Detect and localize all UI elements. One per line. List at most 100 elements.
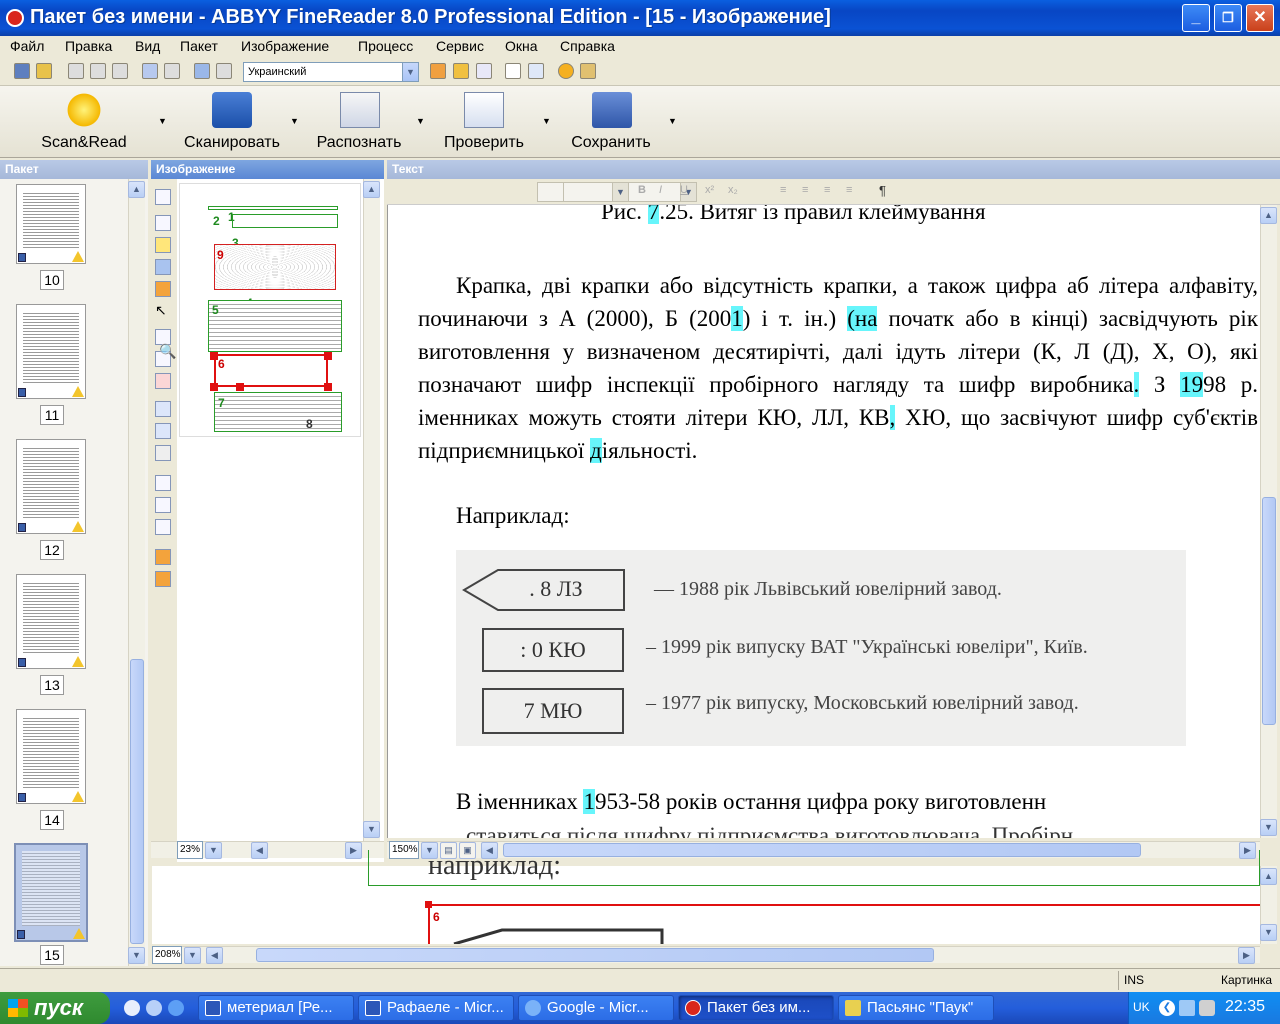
scan-and-read-button[interactable]: Scan&Read bbox=[10, 86, 158, 158]
scroll-down-icon[interactable]: ▼ bbox=[1260, 924, 1277, 941]
uncertain-char[interactable]: д bbox=[590, 438, 602, 463]
eraser-icon[interactable] bbox=[155, 497, 171, 513]
page-thumbnail-11[interactable] bbox=[16, 304, 86, 399]
new-batch-icon[interactable] bbox=[14, 63, 30, 79]
picture-block-icon[interactable] bbox=[155, 281, 171, 297]
text-block[interactable] bbox=[208, 300, 342, 352]
scroll-up-icon[interactable]: ▲ bbox=[363, 181, 380, 198]
page-icon[interactable] bbox=[216, 63, 232, 79]
recognize-area-icon[interactable] bbox=[155, 549, 171, 565]
select-area-icon[interactable] bbox=[155, 215, 171, 231]
language-select[interactable]: Украинский ▼ bbox=[243, 62, 419, 82]
text-block-icon[interactable] bbox=[155, 237, 171, 253]
scroll-right-icon[interactable]: ▶ bbox=[1238, 947, 1255, 964]
resize-handle[interactable] bbox=[210, 352, 218, 360]
recognize-button[interactable]: Распознать bbox=[304, 86, 414, 158]
scroll-down-icon[interactable]: ▼ bbox=[363, 821, 380, 838]
maximize-button[interactable]: ❐ bbox=[1214, 4, 1242, 32]
crop-icon[interactable] bbox=[155, 475, 171, 491]
zoom-vscroll[interactable]: ▲ ▼ bbox=[1260, 866, 1277, 944]
taskbar-item-google[interactable]: Google - Micr... bbox=[518, 995, 674, 1021]
stamp-example-picture[interactable]: . 8 ЛЗ — 1988 рік Львівський ювелірний з… bbox=[456, 550, 1186, 746]
cut-icon[interactable] bbox=[68, 63, 84, 79]
scan-and-read-dropdown-icon[interactable]: ▼ bbox=[158, 116, 167, 126]
chevron-down-icon[interactable]: ▼ bbox=[612, 183, 628, 201]
text-block[interactable] bbox=[232, 214, 338, 228]
menu-help[interactable]: Справка bbox=[560, 38, 615, 54]
resize-handle[interactable] bbox=[210, 383, 218, 391]
batch-scroll-thumb[interactable] bbox=[130, 659, 144, 944]
bold-icon[interactable]: B bbox=[638, 184, 646, 196]
resize-handle[interactable] bbox=[425, 901, 432, 908]
italic-icon[interactable]: I bbox=[659, 184, 662, 196]
open-folder-icon[interactable] bbox=[36, 63, 52, 79]
scroll-left-icon[interactable]: ◀ bbox=[251, 842, 268, 859]
zoom-dropdown-icon[interactable]: ▼ bbox=[184, 947, 201, 964]
quicklaunch-browser-icon[interactable] bbox=[124, 1000, 140, 1016]
image-view-icon[interactable] bbox=[430, 63, 446, 79]
page-properties-icon[interactable] bbox=[155, 519, 171, 535]
keyboard-language[interactable]: UK bbox=[1133, 1000, 1150, 1014]
align-right-icon[interactable]: ≡ bbox=[824, 184, 830, 196]
zoom-hscroll[interactable]: 208% ▼ ◀ ▶ bbox=[152, 946, 1260, 964]
recognize-dropdown-icon[interactable]: ▼ bbox=[416, 116, 425, 126]
zoom-pane-value[interactable]: 208% bbox=[152, 946, 182, 964]
merge-blocks-icon[interactable] bbox=[155, 423, 171, 439]
align-justify-icon[interactable]: ≡ bbox=[846, 184, 852, 196]
menu-file[interactable]: Файл bbox=[10, 38, 44, 54]
uncertain-char[interactable]: 1 bbox=[583, 789, 595, 814]
order-blocks-icon[interactable] bbox=[155, 401, 171, 417]
scroll-up-icon[interactable]: ▲ bbox=[1260, 207, 1277, 224]
uncertain-char[interactable]: 7 bbox=[647, 205, 660, 224]
table-block-icon[interactable] bbox=[155, 259, 171, 275]
uncertain-char[interactable]: (на bbox=[847, 306, 878, 331]
menu-windows[interactable]: Окна bbox=[505, 38, 538, 54]
batch-scrollbar[interactable]: ▲ ▼ bbox=[128, 179, 145, 966]
align-left-icon[interactable]: ≡ bbox=[780, 184, 786, 196]
taskbar-item-spider-solitaire[interactable]: Пасьянс "Паук" bbox=[838, 995, 994, 1021]
text-scroll-thumb[interactable] bbox=[1262, 497, 1276, 725]
taskbar-item-word-material[interactable]: метериал [Ре... bbox=[198, 995, 354, 1021]
copy-icon[interactable] bbox=[90, 63, 106, 79]
text-pane-header[interactable]: Текст bbox=[387, 160, 1280, 179]
scroll-left-icon[interactable]: ◀ bbox=[206, 947, 223, 964]
save-dropdown-icon[interactable]: ▼ bbox=[668, 116, 677, 126]
scroll-up-icon[interactable]: ▲ bbox=[1260, 868, 1277, 885]
check-dropdown-icon[interactable]: ▼ bbox=[542, 116, 551, 126]
align-center-icon[interactable]: ≡ bbox=[802, 184, 808, 196]
paste-icon[interactable] bbox=[112, 63, 128, 79]
import-icon[interactable] bbox=[194, 63, 210, 79]
delete-area-icon[interactable] bbox=[155, 373, 171, 389]
analyze-layout-icon[interactable] bbox=[155, 571, 171, 587]
superscript-icon[interactable]: x² bbox=[705, 184, 714, 196]
pilcrow-icon[interactable]: ¶ bbox=[879, 183, 886, 198]
dictionary-book-icon[interactable] bbox=[580, 63, 596, 79]
pointer-icon[interactable]: ↖ bbox=[155, 303, 171, 319]
image-vscroll[interactable]: ▲ ▼ bbox=[363, 179, 380, 841]
menu-edit[interactable]: Правка bbox=[65, 38, 112, 54]
page-thumbnail-15-selected[interactable] bbox=[14, 843, 88, 942]
text-vscroll[interactable]: ▲ ▼ bbox=[1260, 205, 1277, 838]
image-zoom-value[interactable]: 23% bbox=[177, 841, 203, 859]
menu-image[interactable]: Изображение bbox=[241, 38, 329, 54]
split-icon[interactable] bbox=[155, 445, 171, 461]
resize-handle[interactable] bbox=[324, 352, 332, 360]
scroll-right-icon[interactable]: ▶ bbox=[345, 842, 362, 859]
scroll-down-icon[interactable]: ▼ bbox=[1260, 819, 1277, 836]
font-size-select[interactable]: ▼ bbox=[563, 182, 629, 202]
text-block[interactable] bbox=[214, 392, 342, 432]
zoom-dropdown-icon[interactable]: ▼ bbox=[205, 842, 222, 859]
undo-icon[interactable] bbox=[142, 63, 158, 79]
batch-pane-header[interactable]: Пакет bbox=[0, 160, 148, 179]
menu-process[interactable]: Процесс bbox=[358, 38, 413, 54]
layout-two-pane-icon[interactable] bbox=[505, 63, 521, 79]
close-button[interactable]: ✕ bbox=[1246, 4, 1274, 32]
subscript-icon[interactable]: x₂ bbox=[728, 184, 738, 196]
page-thumbnail-12[interactable] bbox=[16, 439, 86, 534]
taskbar-item-word-rafaele[interactable]: Рафаеле - Micr... bbox=[358, 995, 514, 1021]
chevron-down-icon[interactable]: ▼ bbox=[402, 63, 418, 81]
page-thumbnail-14[interactable] bbox=[16, 709, 86, 804]
uncertain-char[interactable]: 1 bbox=[731, 306, 743, 331]
check-button[interactable]: Проверить bbox=[430, 86, 538, 158]
resize-handle[interactable] bbox=[236, 383, 244, 391]
